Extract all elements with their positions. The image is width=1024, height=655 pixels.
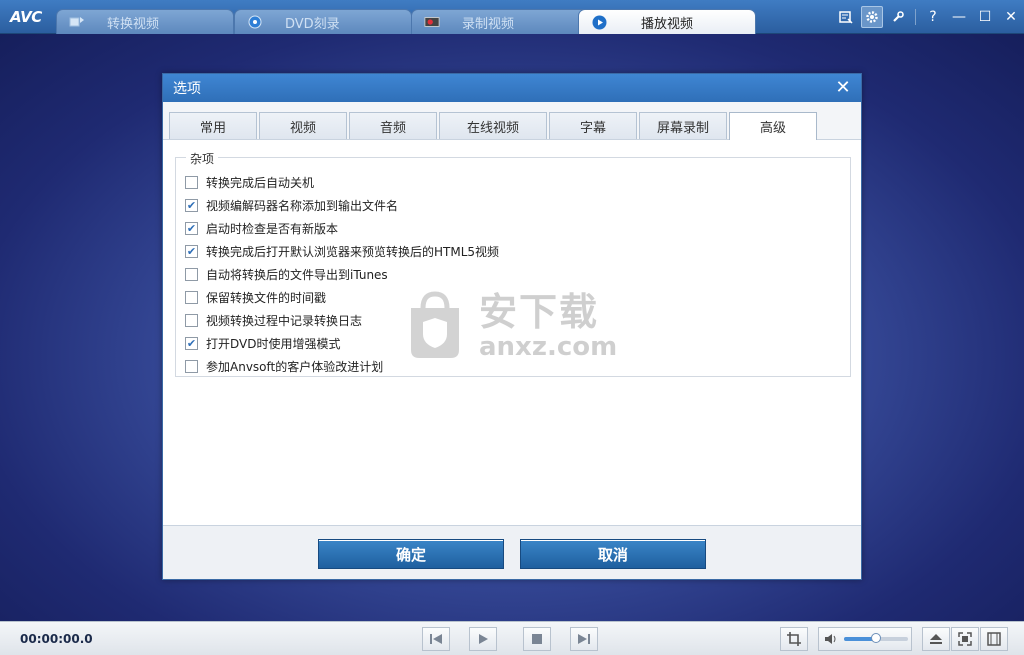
tab-record-video[interactable]: 录制视频 (411, 9, 589, 34)
window-controls: ? — ☐ ✕ (833, 6, 1024, 28)
film-icon (987, 632, 1001, 646)
help-button[interactable]: ? (922, 6, 944, 28)
tab-audio[interactable]: 音频 (349, 112, 437, 139)
tab-record-video-label: 录制视频 (462, 16, 515, 32)
eject-button[interactable] (922, 627, 950, 651)
tab-advanced[interactable]: 高级 (729, 112, 817, 140)
option-auto-shutdown[interactable]: 转换完成后自动关机 (185, 173, 314, 191)
stop-button[interactable] (523, 627, 551, 651)
tab-video[interactable]: 视频 (259, 112, 347, 139)
play-button[interactable] (469, 627, 497, 651)
checkbox[interactable] (185, 175, 198, 189)
tab-online-video[interactable]: 在线视频 (439, 112, 547, 139)
watermark-sub: anxz.com (479, 332, 618, 362)
option-label: 视频转换过程中记录转换日志 (206, 313, 363, 328)
convert-video-icon (69, 15, 85, 29)
snapshot-button[interactable] (980, 627, 1008, 651)
checkbox-checked[interactable]: ✔ (185, 198, 198, 212)
tab-dvd-burn[interactable]: DVD刻录 (234, 9, 412, 34)
register-icon[interactable] (835, 6, 857, 28)
option-export-itunes[interactable]: 自动将转换后的文件导出到iTunes (185, 265, 388, 283)
speaker-icon[interactable] (824, 633, 838, 645)
option-label: 保留转换文件的时间戳 (206, 290, 327, 305)
timecode: 00:00:00.0 (20, 632, 93, 646)
option-label: 参加Anvsoft的客户体验改进计划 (206, 359, 384, 374)
checkbox[interactable] (185, 359, 198, 373)
watermark: 安下载 anxz.com (403, 286, 623, 366)
previous-button[interactable] (422, 627, 450, 651)
skip-back-icon (430, 634, 442, 644)
skip-forward-icon (578, 634, 590, 644)
fullscreen-icon (958, 632, 972, 646)
shield-bag-icon (411, 291, 459, 358)
option-label: 转换完成后自动关机 (206, 175, 315, 190)
tab-subtitle[interactable]: 字幕 (549, 112, 637, 139)
close-button[interactable]: ✕ (1000, 6, 1022, 28)
checkbox-checked[interactable]: ✔ (185, 244, 198, 258)
dialog-footer: 确定 取消 (163, 525, 861, 579)
checkbox[interactable] (185, 267, 198, 281)
app-titlebar: AVC 转换视频 DVD刻录 录制视频 播放视频 ? — ☐ ✕ (0, 0, 1024, 34)
tab-general[interactable]: 常用 (169, 112, 257, 139)
checkbox[interactable] (185, 313, 198, 327)
dialog-title: 选项 (173, 81, 201, 97)
wrench-icon[interactable] (887, 6, 909, 28)
tab-convert-video[interactable]: 转换视频 (56, 9, 234, 34)
tab-screen-record[interactable]: 屏幕录制 (639, 112, 727, 139)
player-bar: 00:00:00.0 (0, 621, 1024, 655)
checkbox-checked[interactable]: ✔ (185, 336, 198, 350)
fullscreen-button[interactable] (951, 627, 979, 651)
option-keep-timestamp[interactable]: 保留转换文件的时间戳 (185, 288, 326, 306)
play-icon (479, 634, 488, 644)
tab-dvd-burn-label: DVD刻录 (285, 16, 340, 32)
ok-button[interactable]: 确定 (318, 539, 504, 569)
options-dialog: 选项 ✕ 常用 视频 音频 在线视频 字幕 屏幕录制 高级 杂项 转换完成后自动… (162, 73, 862, 580)
tab-play-video[interactable]: 播放视频 (578, 9, 756, 34)
maximize-button[interactable]: ☐ (974, 6, 996, 28)
tab-convert-video-label: 转换视频 (107, 16, 160, 32)
option-check-updates[interactable]: ✔ 启动时检查是否有新版本 (185, 219, 338, 237)
record-video-icon (424, 15, 440, 29)
gear-icon[interactable] (861, 6, 883, 28)
option-codec-in-filename[interactable]: ✔ 视频编解码器名称添加到输出文件名 (185, 196, 398, 214)
app-logo: AVC (10, 8, 42, 26)
cancel-button[interactable]: 取消 (520, 539, 706, 569)
crop-icon (787, 632, 801, 646)
option-label: 转换完成后打开默认浏览器来预览转换后的HTML5视频 (206, 244, 500, 259)
group-title: 杂项 (186, 150, 219, 167)
option-label: 视频编解码器名称添加到输出文件名 (206, 198, 399, 213)
crop-button[interactable] (780, 627, 808, 651)
option-label: 打开DVD时使用增强模式 (206, 336, 341, 351)
volume-control (818, 627, 912, 651)
options-tab-strip: 常用 视频 音频 在线视频 字幕 屏幕录制 高级 (163, 102, 861, 140)
dialog-close-button[interactable]: ✕ (833, 78, 853, 98)
tab-play-video-label: 播放视频 (641, 16, 694, 32)
eject-icon (930, 634, 942, 644)
next-button[interactable] (570, 627, 598, 651)
option-conversion-log[interactable]: 视频转换过程中记录转换日志 (185, 311, 362, 329)
play-circle-icon (591, 15, 607, 29)
checkbox[interactable] (185, 290, 198, 304)
volume-slider[interactable] (844, 633, 908, 643)
minimize-button[interactable]: — (948, 6, 970, 28)
divider (915, 9, 916, 25)
option-dvd-enhanced[interactable]: ✔ 打开DVD时使用增强模式 (185, 334, 340, 352)
dialog-titlebar: 选项 ✕ (163, 74, 861, 102)
option-experience-program[interactable]: 参加Anvsoft的客户体验改进计划 (185, 357, 383, 375)
disc-icon (247, 15, 263, 29)
option-preview-html5[interactable]: ✔ 转换完成后打开默认浏览器来预览转换后的HTML5视频 (185, 242, 499, 260)
option-label: 启动时检查是否有新版本 (206, 221, 339, 236)
volume-knob[interactable] (871, 633, 881, 643)
checkbox-checked[interactable]: ✔ (185, 221, 198, 235)
option-label: 自动将转换后的文件导出到iTunes (206, 267, 388, 282)
watermark-main: 安下载 (479, 290, 600, 334)
stop-icon (532, 634, 542, 644)
